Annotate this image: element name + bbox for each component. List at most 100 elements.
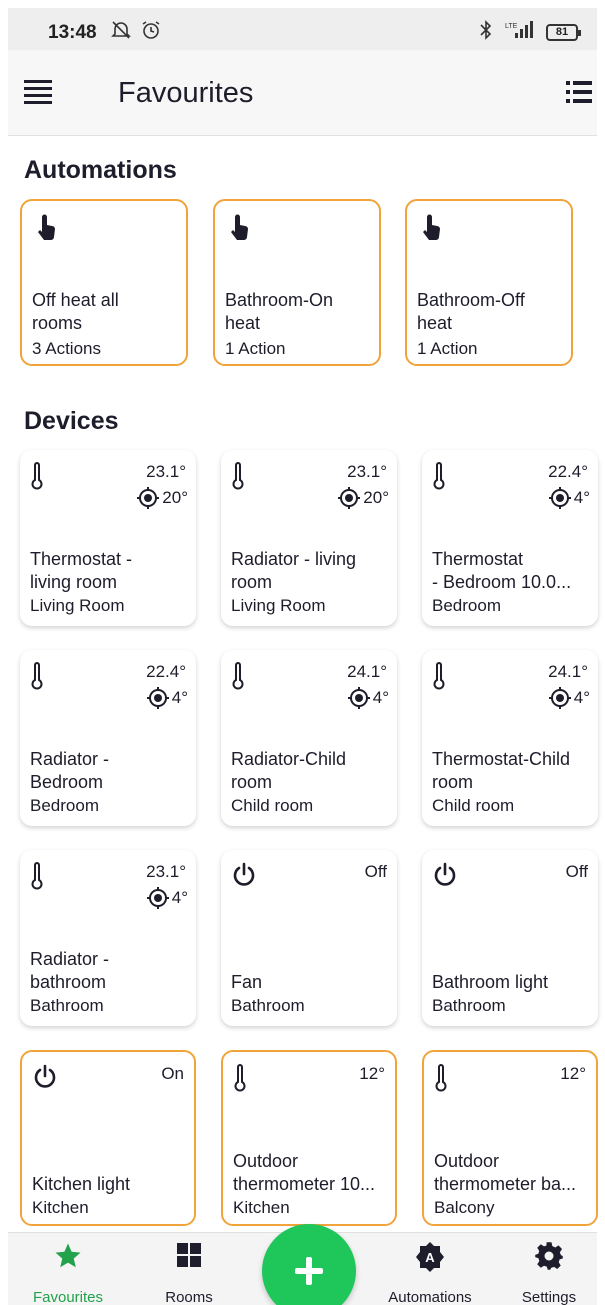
automation-actions: 3 Actions (32, 339, 101, 358)
power-icon[interactable] (432, 862, 458, 893)
target-icon (337, 486, 363, 510)
touch-icon (419, 213, 443, 246)
device-value: 22.4° (548, 462, 588, 481)
automation-card[interactable]: Bathroom-Off heat 1 Action (405, 199, 573, 366)
status-bar: 13:48 LTE 81 (0, 0, 605, 50)
device-name: Outdoor thermometer 10... (233, 1151, 376, 1194)
device-name: Thermostat - living room (30, 549, 133, 592)
nav-settings[interactable]: Settings (494, 1233, 604, 1305)
automation-card[interactable]: Off heat all rooms 3 Actions (20, 199, 188, 366)
device-room: Kitchen (233, 1198, 290, 1217)
menu-icon[interactable] (24, 80, 52, 104)
device-room: Living Room (30, 596, 125, 615)
bluetooth-icon (478, 20, 494, 45)
device-value: 23.1° (146, 862, 186, 881)
device-name: Radiator-Child room (231, 749, 347, 792)
grid-icon (175, 1241, 203, 1274)
device-room: Bathroom (231, 996, 305, 1015)
automations-heading: Automations (24, 156, 177, 184)
device-room: Bathroom (30, 996, 104, 1015)
thermometer-icon (231, 462, 245, 495)
target-icon (146, 686, 172, 710)
nav-rooms-label: Rooms (165, 1289, 213, 1305)
automation-card[interactable]: Bathroom-On heat 1 Action (213, 199, 381, 366)
device-card[interactable]: 23.1° 20° Radiator - living room Living Roo… (221, 450, 397, 626)
devices-heading: Devices (24, 407, 119, 435)
device-card[interactable]: Off Fan Bathroom (221, 850, 397, 1026)
power-icon[interactable] (231, 862, 257, 893)
do-not-disturb-icon (111, 20, 131, 45)
target-icon (136, 486, 162, 510)
status-time: 13:48 (48, 22, 97, 43)
device-name: Radiator - bathroom (30, 949, 110, 992)
nav-automations-label: Automations (388, 1289, 472, 1305)
device-room: Bathroom (432, 996, 506, 1015)
device-card[interactable]: Off Bathroom light Bathroom (422, 850, 598, 1026)
device-room: Bedroom (432, 596, 501, 615)
app-bar: Favourites (8, 50, 597, 136)
device-room: Kitchen (32, 1198, 89, 1217)
device-target: 4° (347, 686, 389, 710)
nav-settings-label: Settings (521, 1289, 577, 1305)
thermometer-icon (233, 1064, 247, 1097)
device-card[interactable]: 23.1° 4° Radiator - bathroom Bathroom (20, 850, 196, 1026)
device-value: 12° (560, 1064, 586, 1083)
target-value: 4° (573, 488, 590, 507)
device-room: Balcony (434, 1198, 495, 1217)
gear-icon (534, 1241, 564, 1276)
device-value: 24.1° (548, 662, 588, 681)
automation-actions: 1 Action (417, 339, 478, 358)
device-card[interactable]: 12° Outdoor thermometer 10... Kitchen (221, 1050, 397, 1226)
page-title: Favourites (118, 77, 254, 109)
device-room: Child room (231, 796, 314, 815)
device-value: 23.1° (347, 462, 387, 481)
device-room: Child room (432, 796, 515, 815)
device-name: Bathroom light (432, 972, 549, 992)
nav-favourites-label: Favourites (32, 1289, 104, 1305)
device-name: Radiator - Bedroom (30, 749, 110, 792)
automation-actions: 1 Action (225, 339, 286, 358)
thermometer-icon (231, 662, 245, 695)
nav-automations[interactable]: A Automations (375, 1233, 485, 1305)
device-value: 24.1° (347, 662, 387, 681)
touch-icon (227, 213, 251, 246)
device-card[interactable]: 24.1° 4° Radiator-Child room Child room (221, 650, 397, 826)
device-room: Bedroom (30, 796, 99, 815)
target-value: 20° (162, 488, 188, 507)
device-value: On (161, 1064, 184, 1083)
device-card[interactable]: 12° Outdoor thermometer ba... Balcony (422, 1050, 598, 1226)
power-icon[interactable] (32, 1064, 58, 1095)
device-card[interactable]: 22.4° 4° Thermostat - Bedroom 10.0... Bedro… (422, 450, 598, 626)
device-name: Thermostat-Child room (432, 749, 571, 792)
device-value: 12° (359, 1064, 385, 1083)
thermometer-icon (30, 462, 44, 495)
nav-rooms[interactable]: Rooms (134, 1233, 244, 1305)
target-value: 4° (573, 688, 590, 707)
alarm-icon (141, 20, 161, 45)
target-icon (347, 686, 373, 710)
device-card[interactable]: 23.1° 20° Thermostat - living room Living R… (20, 450, 196, 626)
device-target: 4° (146, 886, 188, 910)
thermometer-icon (434, 1064, 448, 1097)
svg-text:LTE: LTE (505, 23, 518, 30)
signal-icon: LTE (505, 20, 535, 45)
device-value: 22.4° (146, 662, 186, 681)
thermometer-icon (30, 862, 44, 895)
target-value: 4° (171, 888, 188, 907)
thermometer-icon (30, 662, 44, 695)
device-value: Off (565, 862, 588, 881)
target-value: 4° (372, 688, 389, 707)
nav-favourites[interactable]: Favourites (13, 1233, 123, 1305)
device-name: Outdoor thermometer ba... (434, 1151, 577, 1194)
automation-name: Off heat all rooms (32, 290, 119, 333)
device-card[interactable]: On Kitchen light Kitchen (20, 1050, 196, 1226)
device-card[interactable]: 22.4° 4° Radiator - Bedroom Bedroom (20, 650, 196, 826)
target-icon (146, 886, 172, 910)
device-name: Radiator - living room (231, 549, 357, 592)
device-card[interactable]: 24.1° 4° Thermostat-Child room Child room (422, 650, 598, 826)
star-icon (53, 1241, 83, 1276)
battery-indicator: 81 (546, 24, 581, 41)
device-value: 23.1° (146, 462, 186, 481)
list-view-icon[interactable] (566, 81, 592, 103)
thermometer-icon (432, 462, 446, 495)
